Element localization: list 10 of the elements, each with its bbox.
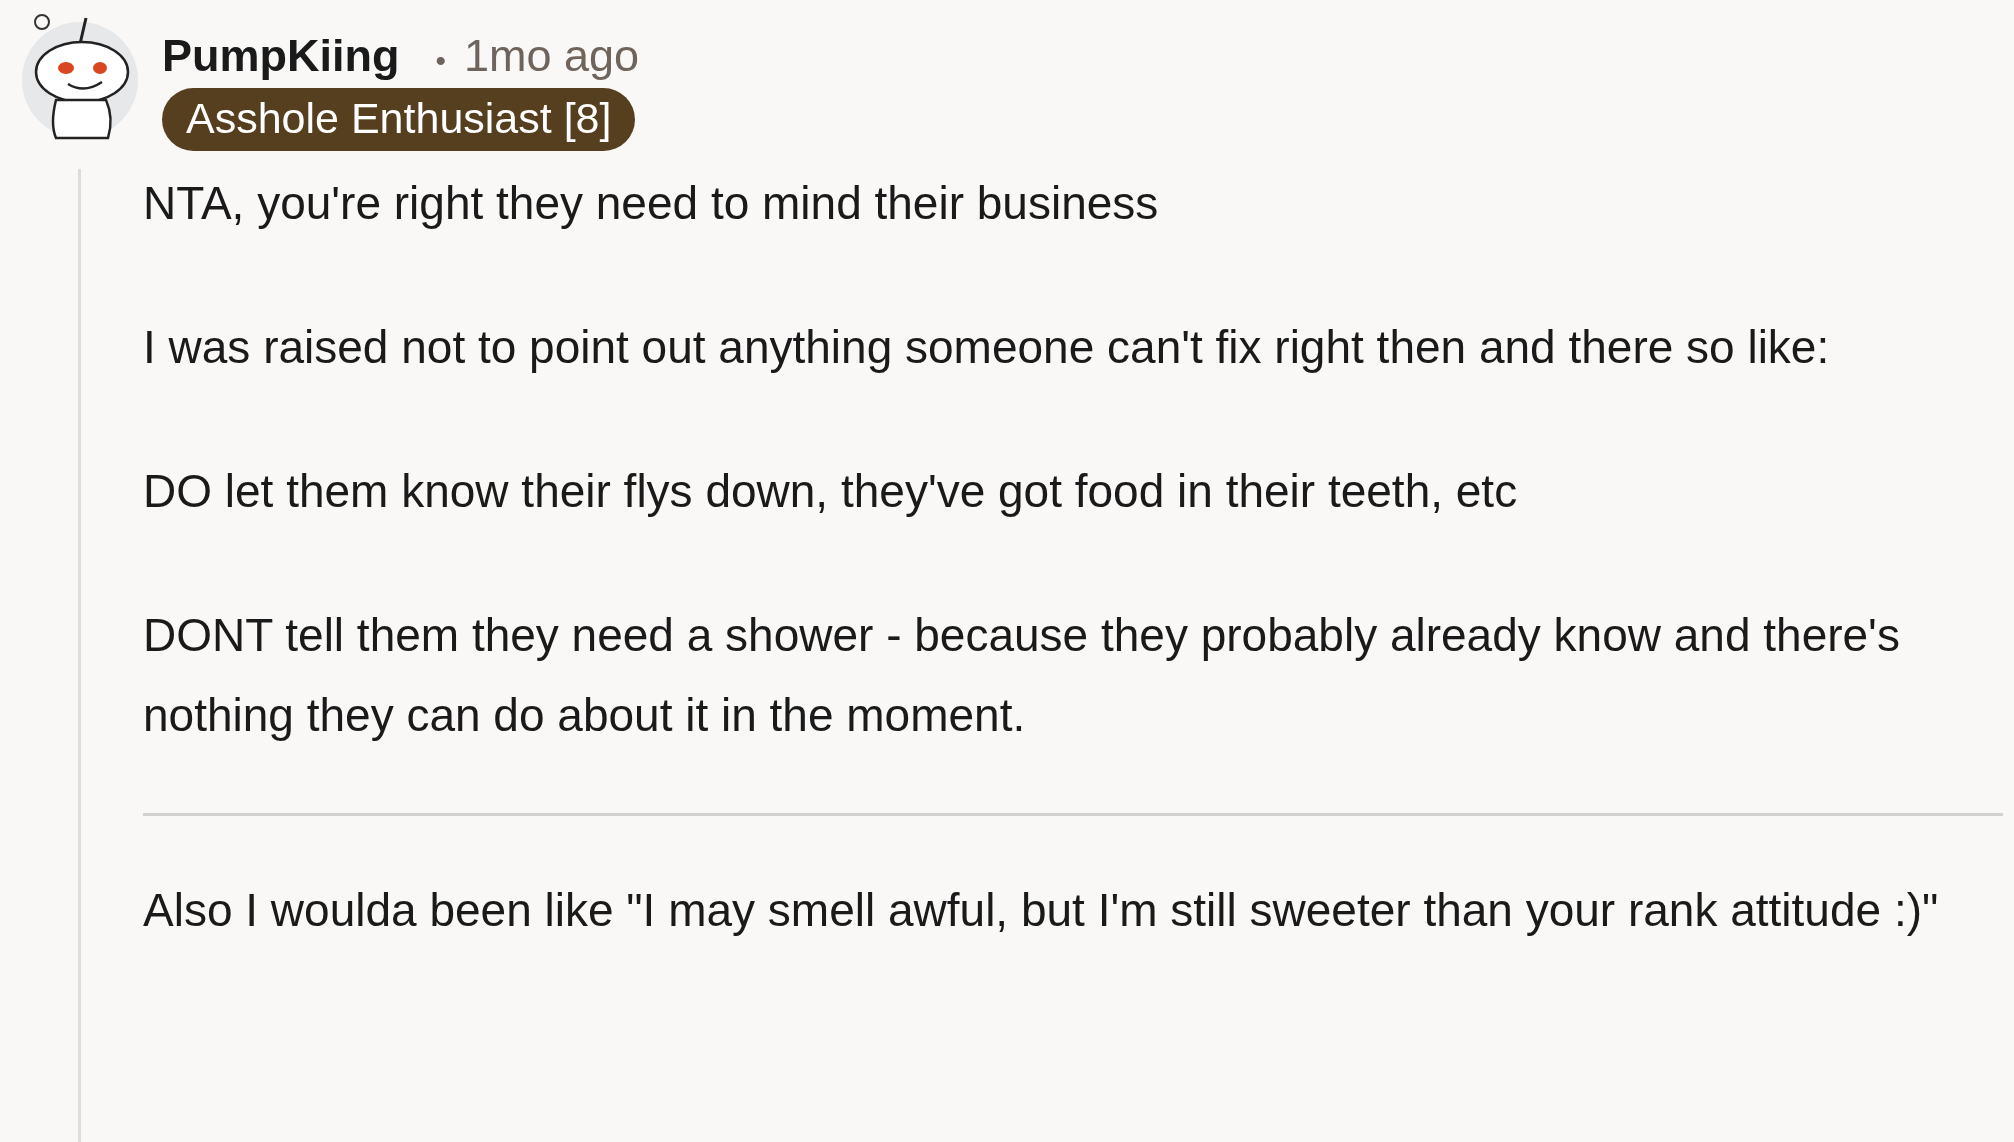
comment-paragraph: DO let them know their flys down, they've got food in their teeth, etc: [143, 464, 1519, 519]
comment-paragraph: NTA, you're right they need to mind their business: [143, 176, 1160, 231]
avatar-icon: [20, 14, 140, 140]
username[interactable]: PumpKiing: [162, 30, 400, 82]
timestamp: 1mo ago: [464, 30, 640, 82]
comment-paragraph: I was raised not to point out anything someone can't fix right then and there so like:: [143, 320, 1831, 375]
comment-paragraph: DONT tell them they need a shower - because they probably already know and there's nothing they can do about it in the moment.: [143, 608, 1901, 743]
user-flair: Asshole Enthusiast [8]: [162, 88, 636, 151]
separator-dot: •: [435, 44, 446, 78]
comment-paragraph: Also I woulda been like "I may smell awful, but I'm still sweeter than your rank attitude :)": [143, 883, 1940, 938]
